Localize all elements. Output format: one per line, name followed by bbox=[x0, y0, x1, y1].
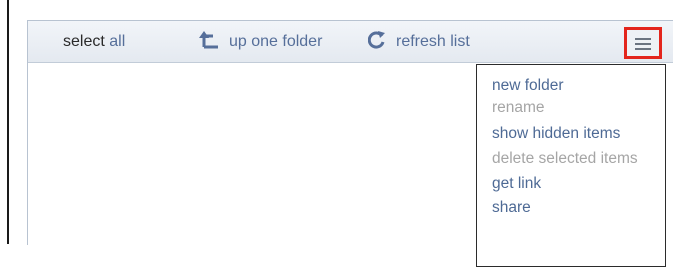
refresh-list-label: refresh list bbox=[396, 33, 470, 50]
left-border-line bbox=[7, 0, 9, 244]
menu-bar-middle bbox=[635, 43, 651, 45]
all-word: all bbox=[109, 33, 126, 50]
menu-item-get-link[interactable]: get link bbox=[492, 175, 541, 193]
up-arrow-icon bbox=[199, 31, 218, 49]
toolbar: select all up one folder refresh list bbox=[28, 21, 673, 63]
select-all-button[interactable]: select all bbox=[63, 33, 125, 51]
refresh-list-button[interactable]: refresh list bbox=[368, 31, 470, 51]
menu-item-delete-selected-items: delete selected items bbox=[492, 150, 638, 167]
menu-item-rename: rename bbox=[492, 99, 545, 116]
menu-button[interactable] bbox=[624, 27, 662, 59]
menu-bar-bottom bbox=[635, 48, 651, 50]
menu-bar-top bbox=[635, 38, 651, 40]
select-word: select bbox=[63, 33, 105, 50]
menu-item-new-folder[interactable]: new folder bbox=[492, 77, 564, 95]
options-dropdown-menu: new folder rename show hidden items dele… bbox=[476, 64, 666, 267]
refresh-icon bbox=[368, 31, 385, 49]
up-one-folder-button[interactable]: up one folder bbox=[199, 31, 323, 51]
up-one-folder-label: up one folder bbox=[229, 33, 323, 50]
menu-item-share[interactable]: share bbox=[492, 199, 531, 217]
menu-item-show-hidden-items[interactable]: show hidden items bbox=[492, 125, 620, 143]
